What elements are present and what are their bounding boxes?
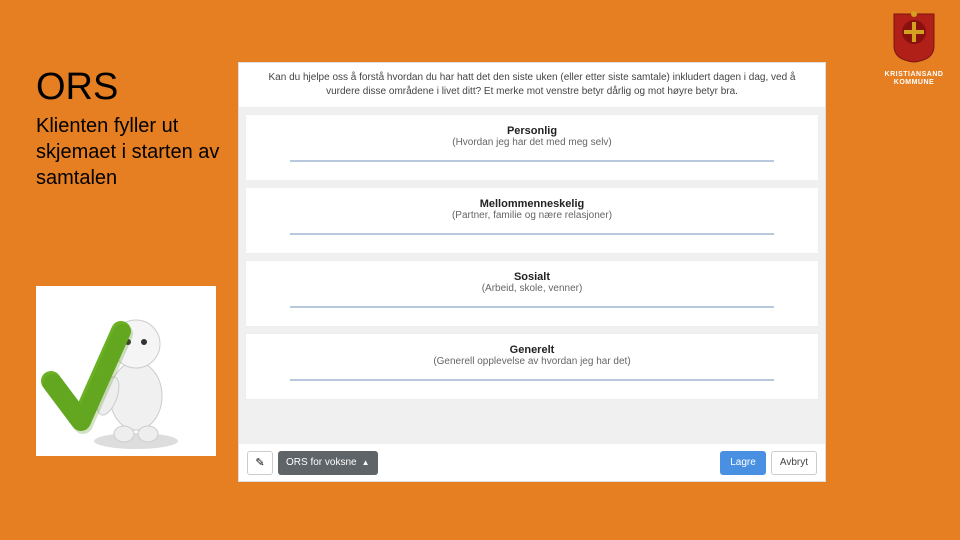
section-title: Generelt: [266, 344, 798, 356]
ors-form-panel: Kan du hjelpe oss å forstå hvordan du ha…: [238, 62, 826, 482]
slider-generelt[interactable]: [290, 379, 774, 381]
slider-sosialt[interactable]: [290, 306, 774, 308]
dropdown-label: ORS for voksne: [286, 457, 357, 468]
section-mellommenneskelig: Mellommenneskelig (Partner, familie og n…: [245, 187, 819, 254]
shield-icon: [892, 10, 936, 64]
section-desc: (Hvordan jeg har det med meg selv): [266, 137, 798, 148]
section-generelt: Generelt (Generell opplevelse av hvordan…: [245, 333, 819, 400]
form-footer: ✎ ORS for voksne ▲ Lagre Avbryt: [239, 443, 825, 481]
kommune-logo: KRISTIANSAND KOMMUNE: [880, 10, 948, 86]
cancel-button[interactable]: Avbryt: [771, 451, 817, 475]
form-instruction: Kan du hjelpe oss å forstå hvordan du ha…: [239, 63, 825, 108]
section-title: Mellommenneskelig: [266, 198, 798, 210]
section-title: Sosialt: [266, 271, 798, 283]
ors-type-dropdown[interactable]: ORS for voksne ▲: [278, 451, 378, 475]
section-desc: (Arbeid, skole, venner): [266, 283, 798, 294]
slider-mellommenneskelig[interactable]: [290, 233, 774, 235]
section-desc: (Partner, familie og nære relasjoner): [266, 210, 798, 221]
logo-text-1: KRISTIANSAND: [880, 71, 948, 79]
edit-button[interactable]: ✎: [247, 451, 273, 475]
section-title: Personlig: [266, 125, 798, 137]
page-title: ORS: [36, 66, 236, 109]
section-personlig: Personlig (Hvordan jeg har det med meg s…: [245, 114, 819, 181]
caret-up-icon: ▲: [362, 458, 370, 467]
checkmark-figure: [36, 286, 216, 456]
left-column: ORS Klienten fyller ut skjemaet i starte…: [36, 66, 236, 191]
save-button[interactable]: Lagre: [720, 451, 766, 475]
slider-personlig[interactable]: [290, 160, 774, 162]
section-desc: (Generell opplevelse av hvordan jeg har …: [266, 356, 798, 367]
page-subtitle: Klienten fyller ut skjemaet i starten av…: [36, 113, 236, 191]
person-checkmark-icon: [36, 286, 216, 456]
section-sosialt: Sosialt (Arbeid, skole, venner): [245, 260, 819, 327]
logo-text-2: KOMMUNE: [880, 79, 948, 87]
pencil-icon: ✎: [255, 456, 264, 469]
